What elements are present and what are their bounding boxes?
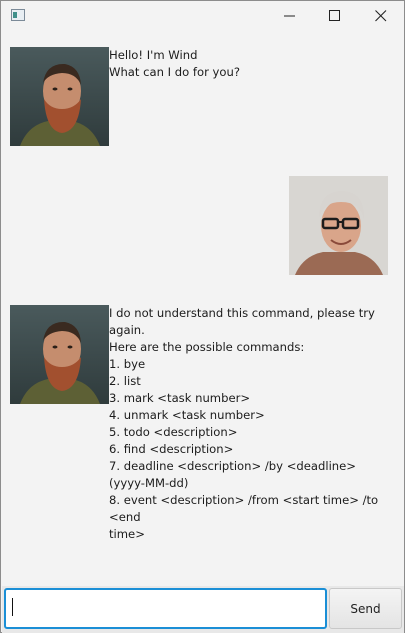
- title-bar[interactable]: [1, 1, 404, 31]
- message-input[interactable]: [4, 588, 327, 629]
- app-icon: [11, 9, 25, 21]
- minimize-button[interactable]: [267, 1, 313, 31]
- input-row: Send: [2, 586, 404, 633]
- bot-avatar: [10, 47, 109, 146]
- minimize-icon: [284, 15, 295, 17]
- chat-scroll-pane[interactable]: Hello! I'm Wind What can I do for you? I…: [2, 31, 403, 586]
- app-window: Hello! I'm Wind What can I do for you? I…: [0, 0, 405, 633]
- maximize-icon: [329, 10, 340, 21]
- close-icon: [375, 10, 387, 22]
- maximize-button[interactable]: [312, 1, 358, 31]
- send-button[interactable]: Send: [329, 588, 402, 629]
- text-caret: [12, 598, 13, 616]
- user-avatar: [289, 176, 388, 275]
- bot-message-text: Hello! I'm Wind What can I do for you?: [109, 48, 240, 79]
- close-button[interactable]: [358, 1, 404, 31]
- bot-message-text: I do not understand this command, please…: [109, 306, 379, 541]
- bot-avatar: [10, 305, 109, 404]
